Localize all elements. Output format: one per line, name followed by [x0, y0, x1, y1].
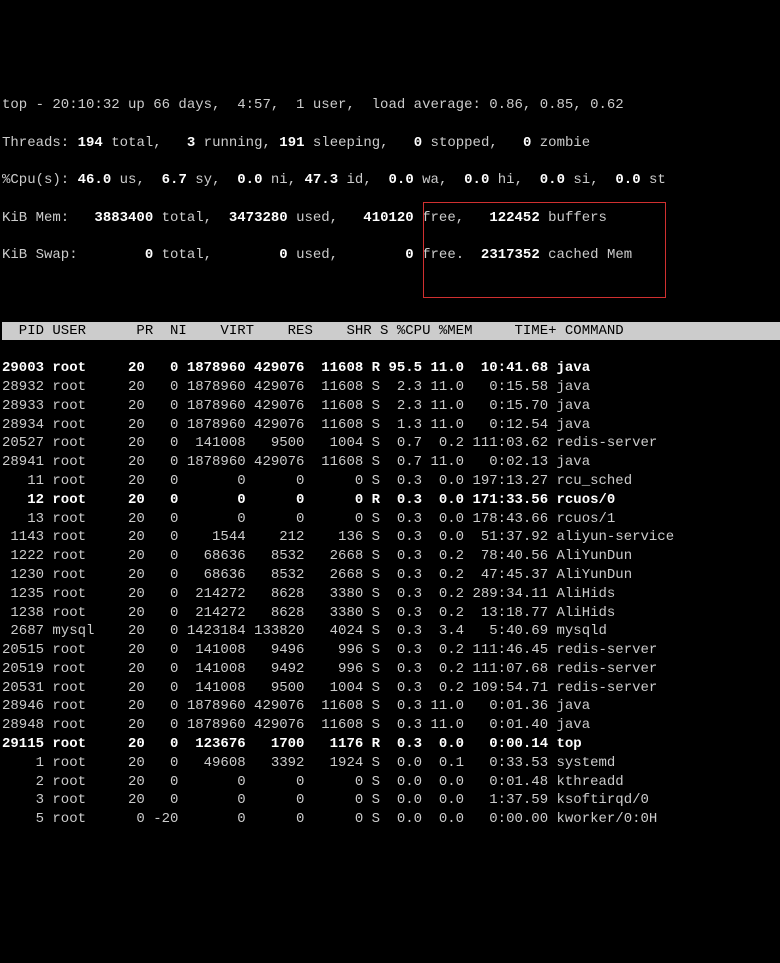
process-row[interactable]: 20531 root 20 0 141008 9500 1004 S 0.3 0…: [2, 679, 780, 698]
process-row[interactable]: 1235 root 20 0 214272 8628 3380 S 0.3 0.…: [2, 585, 780, 604]
process-row[interactable]: 1222 root 20 0 68636 8532 2668 S 0.3 0.2…: [2, 547, 780, 566]
process-row[interactable]: 2 root 20 0 0 0 0 S 0.0 0.0 0:01.48 kthr…: [2, 773, 780, 792]
terminal-output: top - 20:10:32 up 66 days, 4:57, 1 user,…: [2, 77, 780, 866]
process-row[interactable]: 5 root 0 -20 0 0 0 S 0.0 0.0 0:00.00 kwo…: [2, 810, 780, 829]
process-row[interactable]: 1230 root 20 0 68636 8532 2668 S 0.3 0.2…: [2, 566, 780, 585]
process-row[interactable]: 1238 root 20 0 214272 8628 3380 S 0.3 0.…: [2, 604, 780, 623]
mem-line: KiB Mem: 3883400 total, 3473280 used, 41…: [2, 209, 780, 228]
process-row[interactable]: 28946 root 20 0 1878960 429076 11608 S 0…: [2, 697, 780, 716]
process-row[interactable]: 29115 root 20 0 123676 1700 1176 R 0.3 0…: [2, 735, 780, 754]
process-row[interactable]: 28932 root 20 0 1878960 429076 11608 S 2…: [2, 378, 780, 397]
process-row[interactable]: 13 root 20 0 0 0 0 S 0.3 0.0 178:43.66 r…: [2, 510, 780, 529]
blank-line: [2, 284, 780, 303]
top-uptime-line: top - 20:10:32 up 66 days, 4:57, 1 user,…: [2, 96, 780, 115]
process-row[interactable]: 28941 root 20 0 1878960 429076 11608 S 0…: [2, 453, 780, 472]
process-row[interactable]: 1143 root 20 0 1544 212 136 S 0.3 0.0 51…: [2, 528, 780, 547]
process-row[interactable]: 11 root 20 0 0 0 0 S 0.3 0.0 197:13.27 r…: [2, 472, 780, 491]
process-row[interactable]: 3 root 20 0 0 0 0 S 0.0 0.0 1:37.59 ksof…: [2, 791, 780, 810]
process-row[interactable]: 28948 root 20 0 1878960 429076 11608 S 0…: [2, 716, 780, 735]
threads-line: Threads: 194 total, 3 running, 191 sleep…: [2, 134, 780, 153]
swap-line: KiB Swap: 0 total, 0 used, 0 free. 23173…: [2, 246, 780, 265]
process-row[interactable]: 29003 root 20 0 1878960 429076 11608 R 9…: [2, 359, 780, 378]
cpu-line: %Cpu(s): 46.0 us, 6.7 sy, 0.0 ni, 47.3 i…: [2, 171, 780, 190]
process-row[interactable]: 12 root 20 0 0 0 0 R 0.3 0.0 171:33.56 r…: [2, 491, 780, 510]
process-row[interactable]: 20515 root 20 0 141008 9496 996 S 0.3 0.…: [2, 641, 780, 660]
process-row[interactable]: 20527 root 20 0 141008 9500 1004 S 0.7 0…: [2, 434, 780, 453]
column-header[interactable]: PID USER PR NI VIRT RES SHR S %CPU %MEM …: [2, 322, 780, 341]
process-row[interactable]: 20519 root 20 0 141008 9492 996 S 0.3 0.…: [2, 660, 780, 679]
process-row[interactable]: 28934 root 20 0 1878960 429076 11608 S 1…: [2, 416, 780, 435]
process-list[interactable]: 29003 root 20 0 1878960 429076 11608 R 9…: [2, 359, 780, 829]
process-row[interactable]: 1 root 20 0 49608 3392 1924 S 0.0 0.1 0:…: [2, 754, 780, 773]
process-row[interactable]: 28933 root 20 0 1878960 429076 11608 S 2…: [2, 397, 780, 416]
